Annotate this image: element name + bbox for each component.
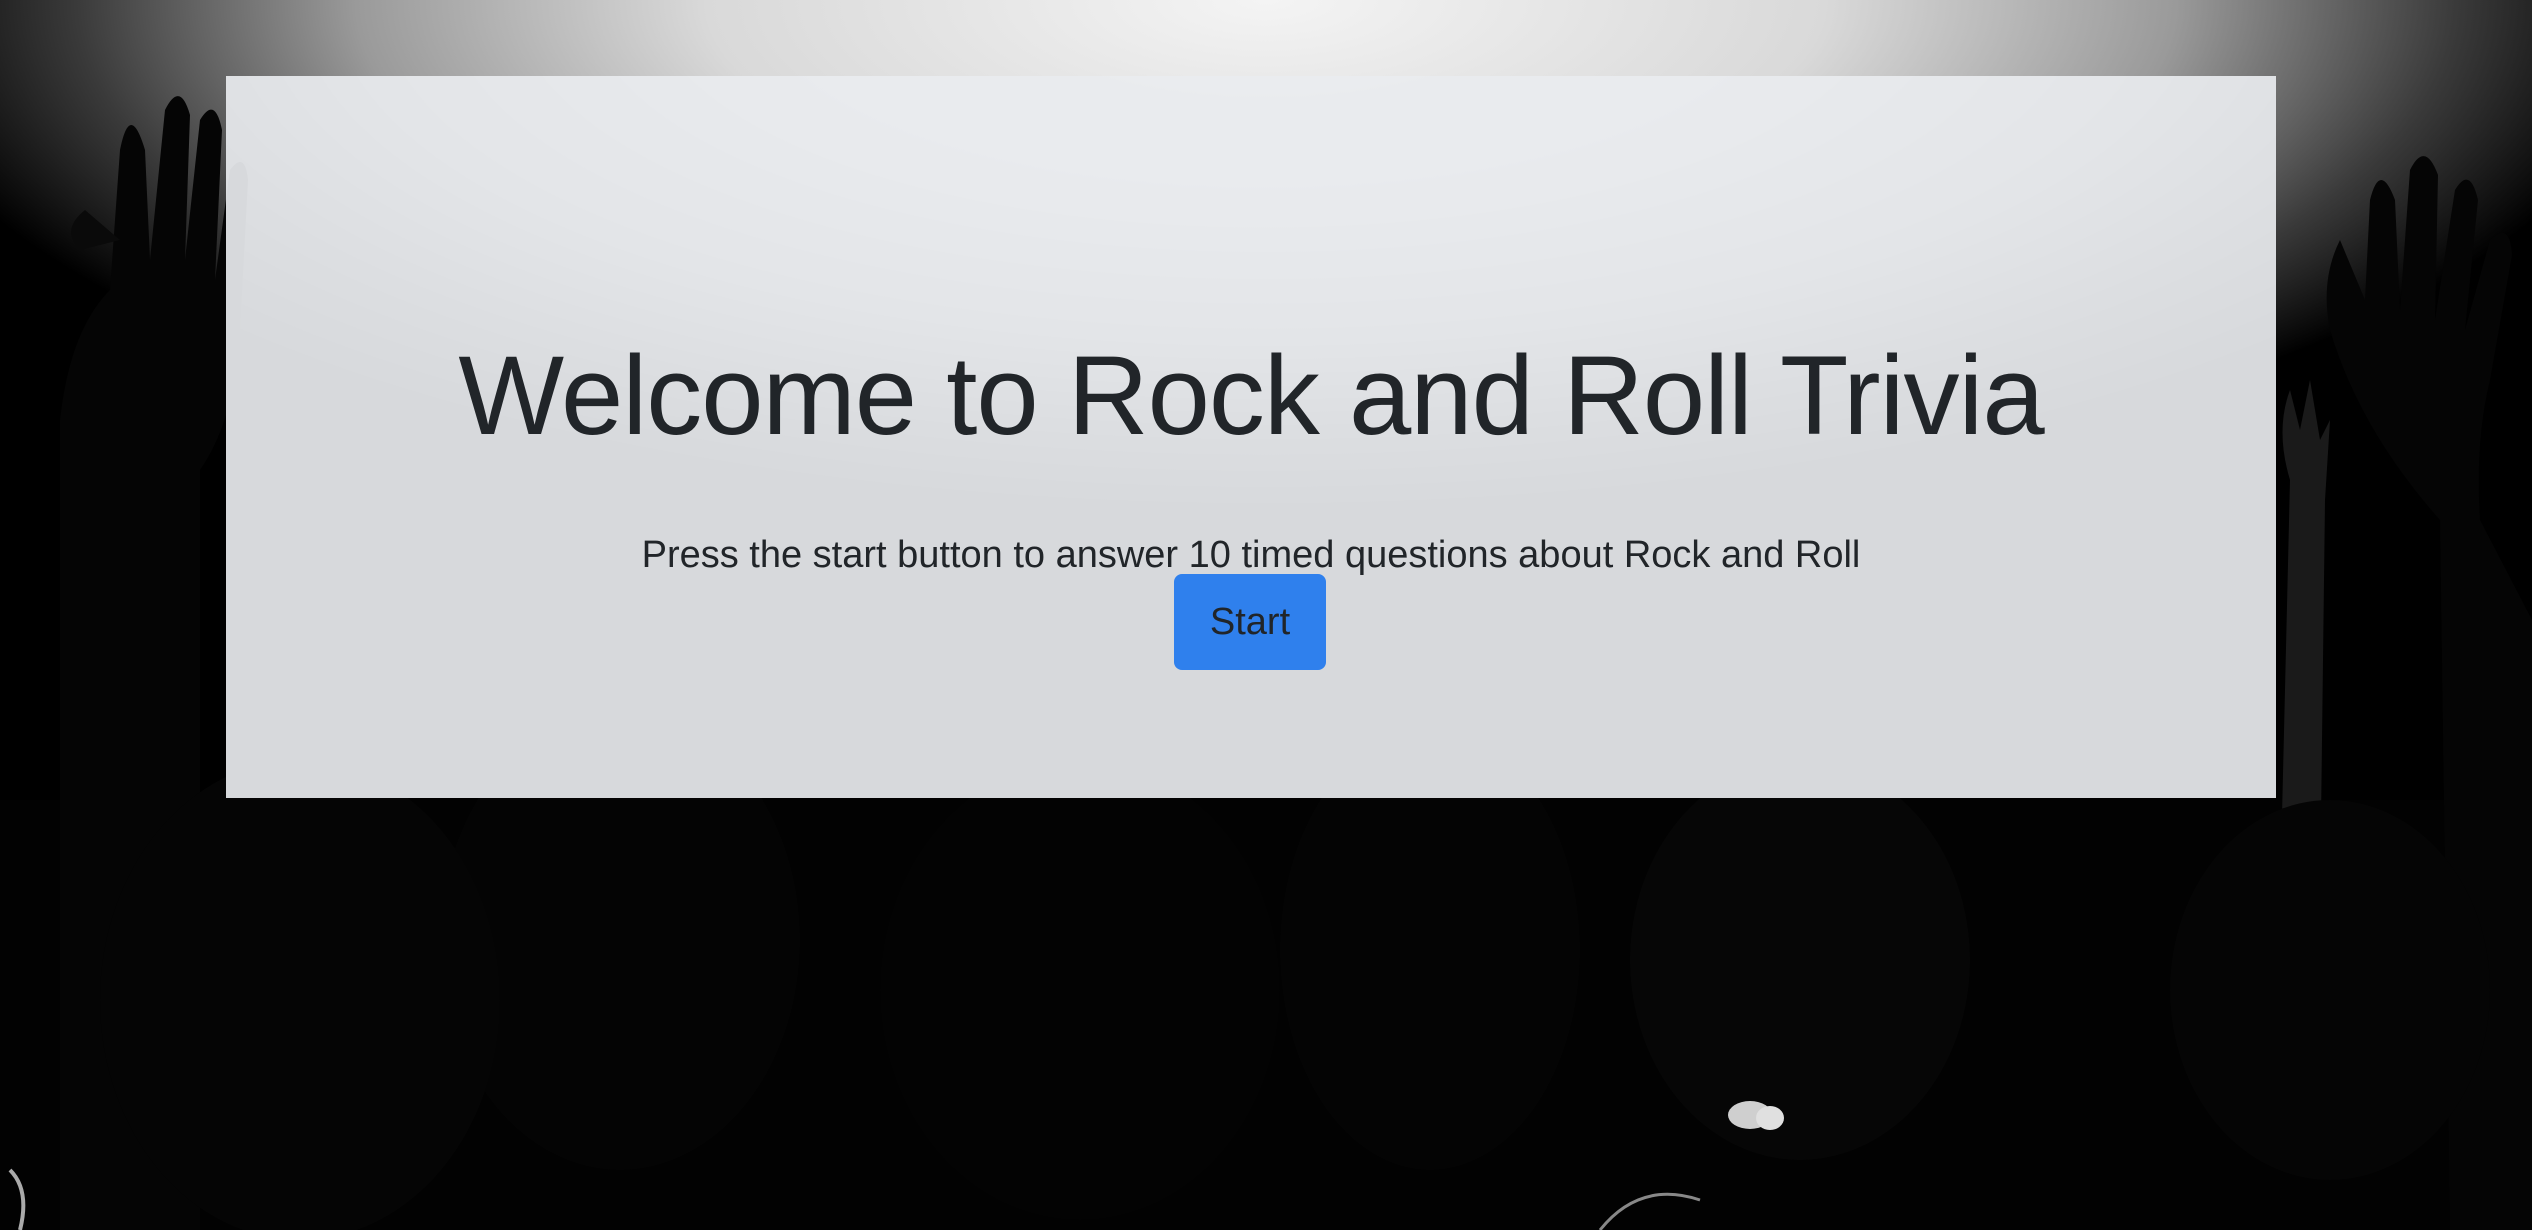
welcome-panel: Welcome to Rock and Roll Trivia Press th… (226, 76, 2276, 798)
instructions-text: Press the start button to answer 10 time… (641, 534, 1861, 576)
page-title: Welcome to Rock and Roll Trivia (458, 333, 2044, 458)
start-button[interactable]: Start (1174, 574, 1326, 670)
